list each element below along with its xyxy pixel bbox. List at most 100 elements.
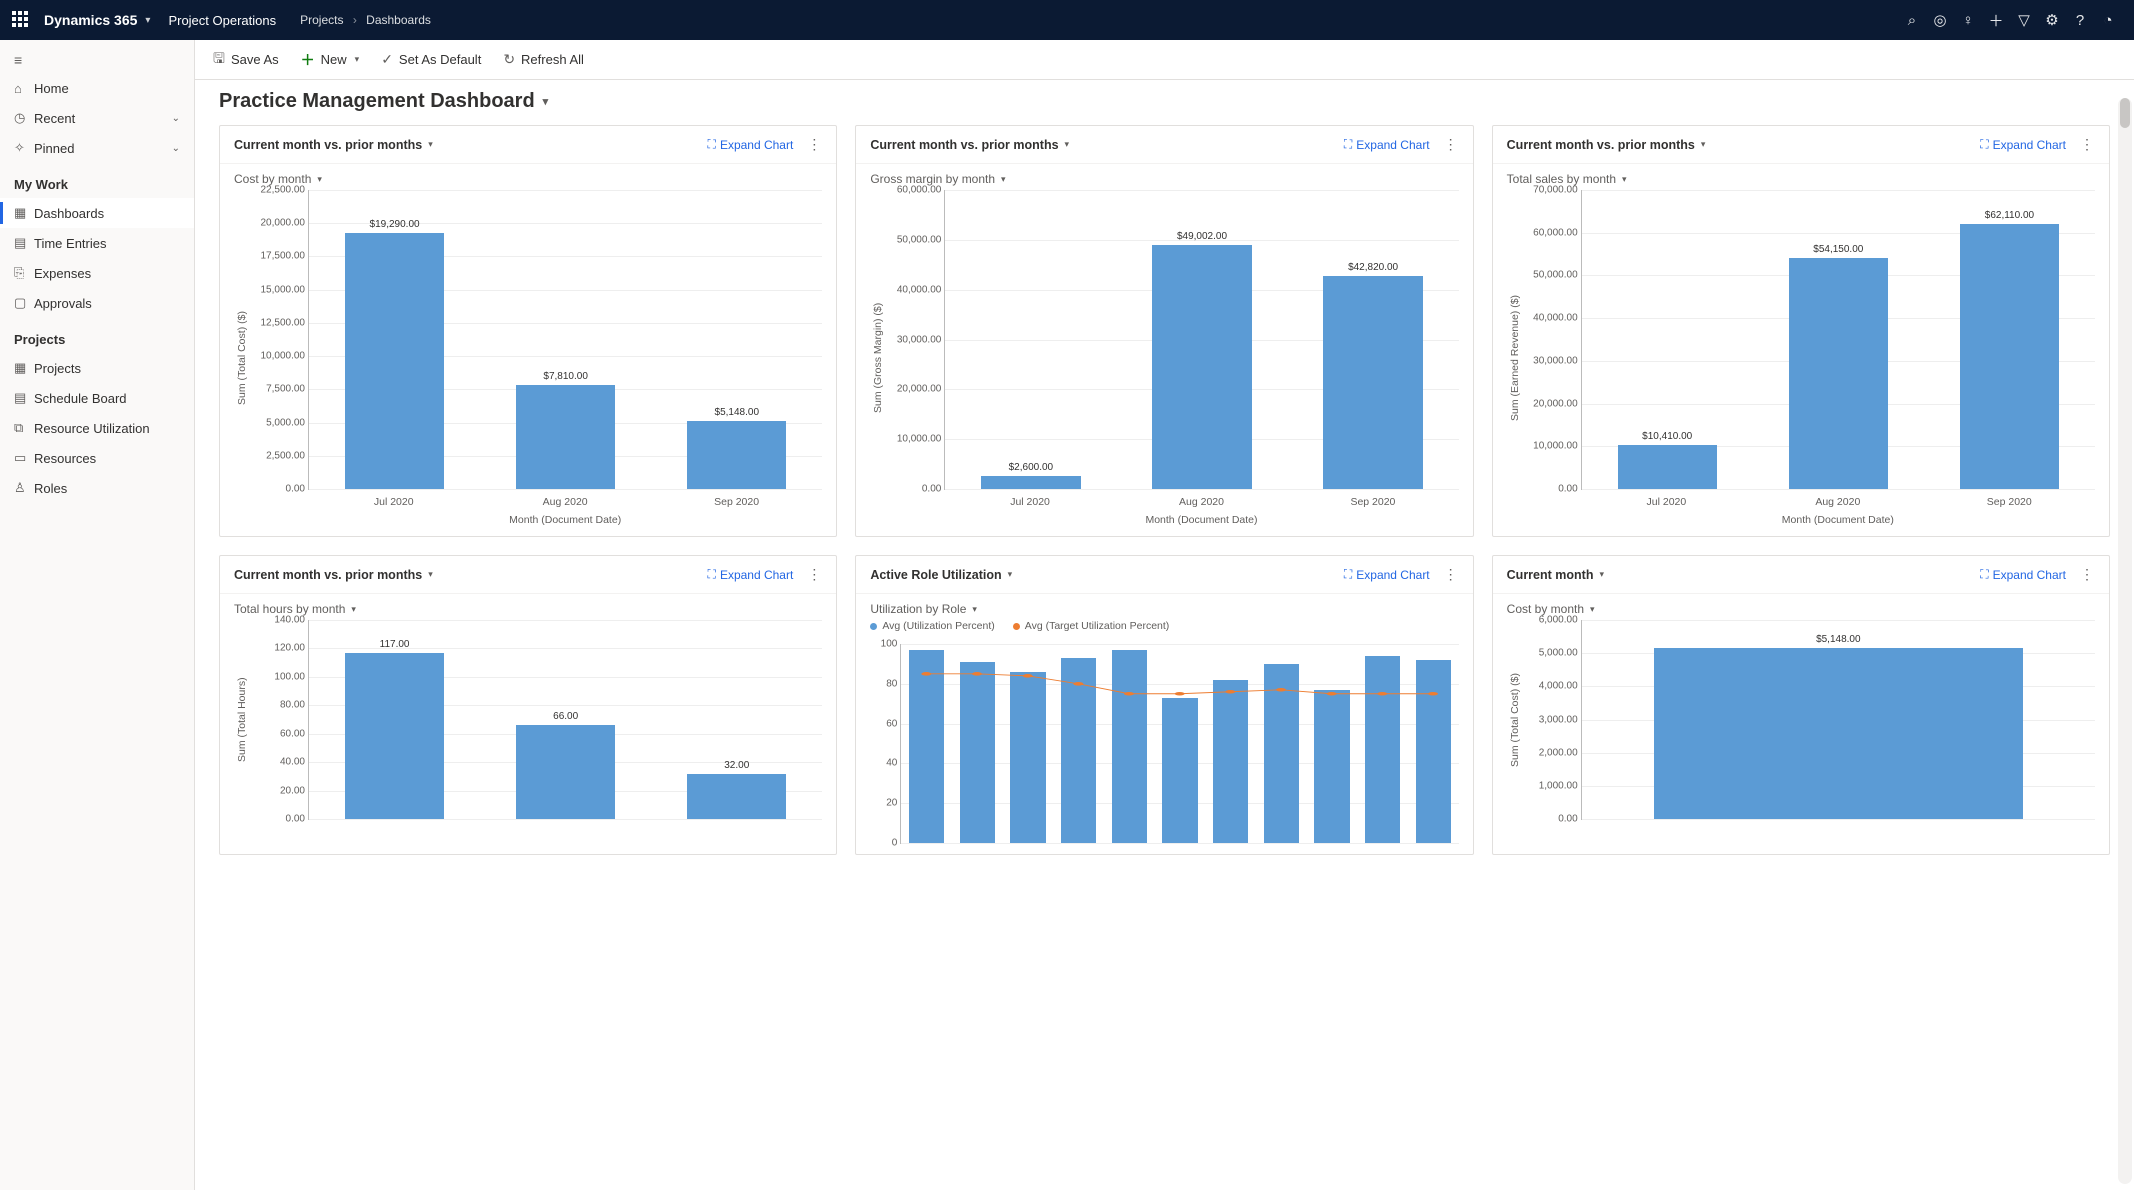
bar[interactable] xyxy=(1003,644,1054,843)
bar[interactable]: $49,002.00 xyxy=(1116,190,1287,489)
bar[interactable]: $54,150.00 xyxy=(1753,190,1924,489)
chevron-down-icon[interactable]: ▾ xyxy=(1701,139,1706,150)
bar[interactable]: $10,410.00 xyxy=(1582,190,1753,489)
bar[interactable] xyxy=(1307,644,1358,843)
assistant-icon[interactable]: ♀ xyxy=(1954,12,1982,29)
add-icon[interactable]: ＋ xyxy=(1982,10,2010,31)
expand-chart-button[interactable]: ⛶Expand Chart xyxy=(1344,567,1430,582)
sidebar-item-expenses[interactable]: ⎘Expenses xyxy=(0,258,194,288)
y-tick: 60 xyxy=(845,718,901,729)
bar-value-label: $49,002.00 xyxy=(1177,231,1227,242)
chevron-down-icon: ▾ xyxy=(1001,174,1006,185)
expand-chart-button[interactable]: ⛶Expand Chart xyxy=(708,567,794,582)
bar[interactable]: $19,290.00 xyxy=(309,190,480,489)
bar[interactable] xyxy=(1357,644,1408,843)
check-icon: ✓ xyxy=(381,51,393,68)
sidebar-toggle-icon[interactable]: ≡ xyxy=(0,46,194,74)
chevron-down-icon[interactable]: ▾ xyxy=(145,15,150,26)
breadcrumb-root[interactable]: Projects xyxy=(300,13,343,27)
x-tick: Jul 2020 xyxy=(308,496,479,508)
sidebar-item-label: Approvals xyxy=(34,296,92,311)
page-title[interactable]: Practice Management Dashboard▾ xyxy=(195,80,2134,125)
bar[interactable]: $42,820.00 xyxy=(1288,190,1459,489)
sidebar-item-projects[interactable]: ▦Projects xyxy=(0,353,194,383)
more-icon[interactable]: ⋮ xyxy=(2080,566,2095,583)
bar[interactable] xyxy=(1256,644,1307,843)
settings-icon[interactable]: ⚙ xyxy=(2038,11,2066,29)
bar[interactable]: $2,600.00 xyxy=(945,190,1116,489)
expand-chart-button[interactable]: ⛶Expand Chart xyxy=(1980,137,2066,152)
sidebar-item-schedule-board[interactable]: ▤Schedule Board xyxy=(0,383,194,413)
search-icon[interactable]: ⌕ xyxy=(1898,12,1926,29)
chart-subtitle[interactable]: Total sales by month▾ xyxy=(1493,164,2109,186)
chart-subtitle[interactable]: Cost by month▾ xyxy=(1493,594,2109,616)
more-icon[interactable]: ⋮ xyxy=(807,566,822,583)
bar-value-label: 32.00 xyxy=(724,760,749,771)
more-icon[interactable]: ⋮ xyxy=(2080,136,2095,153)
chevron-down-icon: ⌄ xyxy=(172,143,180,154)
sidebar-item-roles[interactable]: ♙Roles xyxy=(0,473,194,503)
nav-icon: ♙ xyxy=(14,480,34,496)
chart-subtitle[interactable]: Cost by month▾ xyxy=(220,164,836,186)
bar[interactable] xyxy=(1205,644,1256,843)
card-title: Active Role Utilization xyxy=(870,568,1001,582)
bar[interactable] xyxy=(1104,644,1155,843)
filter-icon[interactable]: ▽ xyxy=(2010,11,2038,29)
sidebar-item-time-entries[interactable]: ▤Time Entries xyxy=(0,228,194,258)
chevron-down-icon[interactable]: ▾ xyxy=(428,139,433,150)
bar[interactable] xyxy=(1408,644,1459,843)
sidebar-item-resources[interactable]: ▭Resources xyxy=(0,443,194,473)
task-icon[interactable]: ◎ xyxy=(1926,11,1954,29)
account-icon[interactable]: ◔ xyxy=(2094,12,2122,29)
y-tick: 6,000.00 xyxy=(1526,615,1582,626)
save-as-button[interactable]: 🖫Save As xyxy=(213,48,279,72)
chevron-down-icon[interactable]: ▾ xyxy=(1599,569,1604,580)
more-icon[interactable]: ⋮ xyxy=(807,136,822,153)
sidebar-item-recent[interactable]: ◷Recent⌄ xyxy=(0,103,194,133)
y-tick: 20.00 xyxy=(253,785,309,796)
bar[interactable] xyxy=(952,644,1003,843)
expand-chart-button[interactable]: ⛶Expand Chart xyxy=(1344,137,1430,152)
sidebar-item-label: Resources xyxy=(34,451,96,466)
bar[interactable] xyxy=(1053,644,1104,843)
chart-subtitle[interactable]: Gross margin by month▾ xyxy=(856,164,1472,186)
bar[interactable]: 117.00 xyxy=(309,620,480,819)
bar[interactable]: $7,810.00 xyxy=(480,190,651,489)
expand-chart-button[interactable]: ⛶Expand Chart xyxy=(1980,567,2066,582)
sidebar-item-home[interactable]: ⌂Home xyxy=(0,74,194,103)
set-default-button[interactable]: ✓Set As Default xyxy=(381,51,481,68)
bar[interactable] xyxy=(1155,644,1206,843)
more-icon[interactable]: ⋮ xyxy=(1444,566,1459,583)
chevron-down-icon[interactable]: ▾ xyxy=(1008,569,1013,580)
bar[interactable]: 66.00 xyxy=(480,620,651,819)
breadcrumb-leaf[interactable]: Dashboards xyxy=(366,13,431,27)
sidebar-item-approvals[interactable]: ▢Approvals xyxy=(0,288,194,318)
chevron-down-icon[interactable]: ▾ xyxy=(1065,139,1070,150)
y-tick: 50,000.00 xyxy=(889,234,945,245)
y-tick: 10,000.00 xyxy=(1526,441,1582,452)
scrollbar-thumb[interactable] xyxy=(2120,98,2130,128)
bar[interactable]: $5,148.00 xyxy=(1582,620,2095,819)
bar[interactable]: $62,110.00 xyxy=(1924,190,2095,489)
expand-chart-button[interactable]: ⛶Expand Chart xyxy=(708,137,794,152)
sidebar-item-label: Resource Utilization xyxy=(34,421,150,436)
bar[interactable]: 32.00 xyxy=(651,620,822,819)
chart-subtitle[interactable]: Total hours by month▾ xyxy=(220,594,836,616)
bar-value-label: $19,290.00 xyxy=(370,219,420,230)
app-launcher-icon[interactable] xyxy=(12,11,30,29)
x-tick: Jul 2020 xyxy=(944,496,1115,508)
more-icon[interactable]: ⋮ xyxy=(1444,136,1459,153)
refresh-button[interactable]: ↻Refresh All xyxy=(503,51,584,68)
bar[interactable]: $5,148.00 xyxy=(651,190,822,489)
brand-label[interactable]: Dynamics 365 xyxy=(44,12,137,28)
chevron-down-icon[interactable]: ▾ xyxy=(428,569,433,580)
chart-subtitle[interactable]: Utilization by Role▾ xyxy=(856,594,1472,616)
scrollbar[interactable] xyxy=(2118,98,2132,1184)
new-button[interactable]: ＋New▾ xyxy=(301,50,360,70)
bar[interactable] xyxy=(901,644,952,843)
sidebar-item-dashboards[interactable]: ▦Dashboards xyxy=(0,198,194,228)
sidebar-item-pinned[interactable]: ✧Pinned⌄ xyxy=(0,133,194,163)
help-icon[interactable]: ? xyxy=(2066,12,2094,29)
main-area: 🖫Save As ＋New▾ ✓Set As Default ↻Refresh … xyxy=(195,40,2134,1190)
sidebar-item-resource-utilization[interactable]: ⧉Resource Utilization xyxy=(0,413,194,443)
